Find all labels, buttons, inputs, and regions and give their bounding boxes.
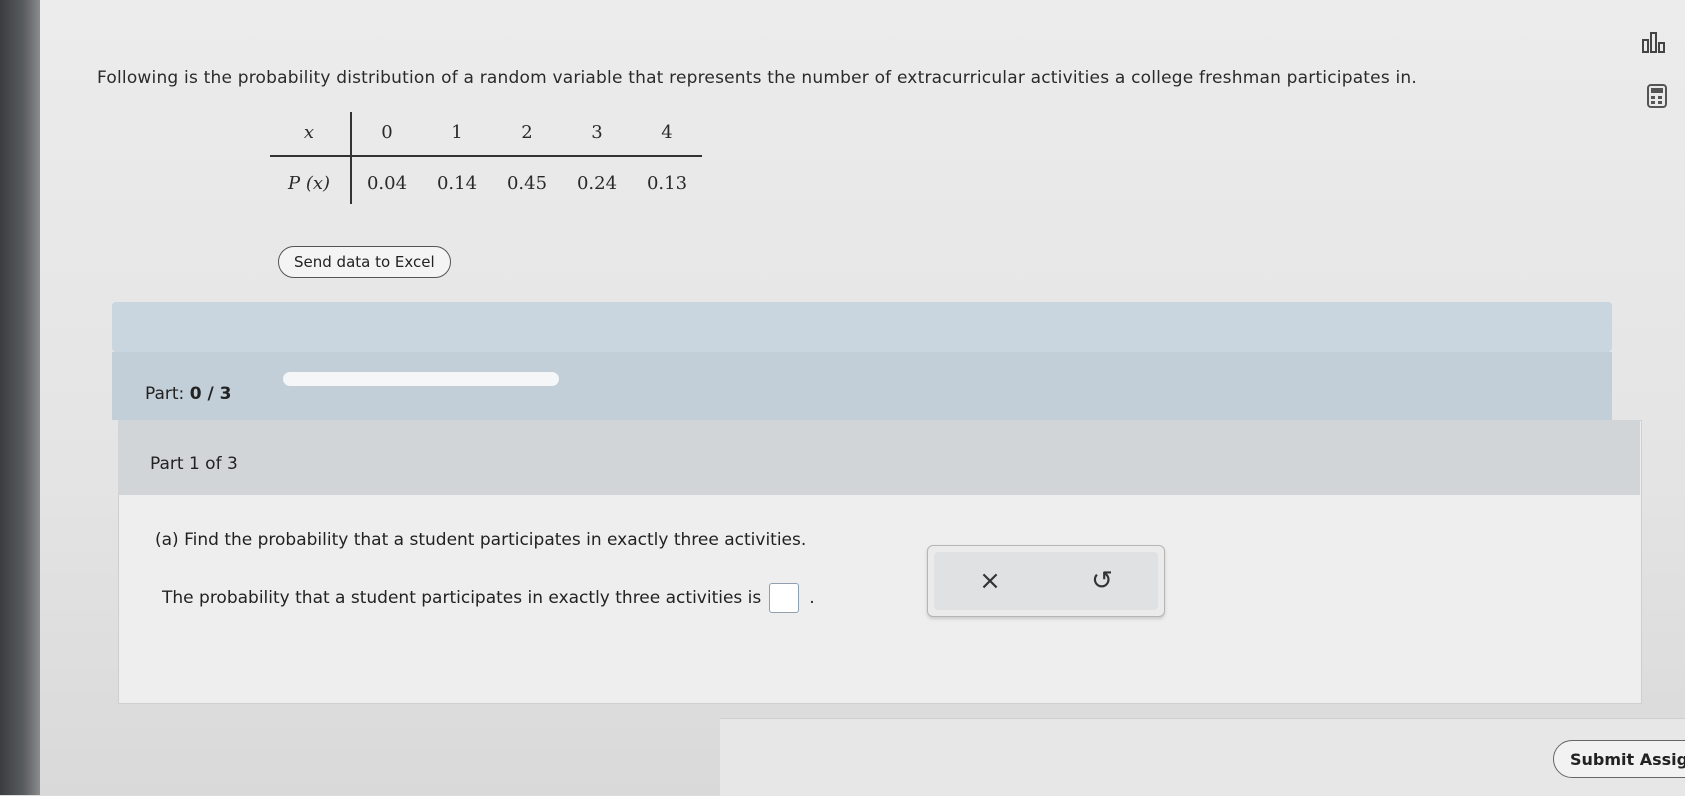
answer-actions-inner: × ↺ <box>934 552 1158 610</box>
close-icon: × <box>979 566 1001 596</box>
x-value: 3 <box>562 112 632 157</box>
question-intro: Following is the probability distributio… <box>97 68 1417 88</box>
p-value: 0.13 <box>646 173 688 194</box>
part-title-bar <box>118 420 1640 495</box>
x-value: 2 <box>492 112 562 157</box>
part-title: Part 1 of 3 <box>150 454 238 474</box>
undo-button[interactable]: ↺ <box>1082 561 1122 601</box>
submit-assignment-button[interactable]: Submit Assig <box>1553 740 1685 778</box>
part-counter-value: 0 / 3 <box>189 384 232 404</box>
send-to-excel-button[interactable]: Send data to Excel <box>278 246 451 278</box>
x-value: 0 <box>351 112 422 157</box>
clear-button[interactable]: × <box>970 561 1010 601</box>
x-value: 1 <box>422 112 492 157</box>
footer-strip <box>720 718 1685 796</box>
progress-header <box>112 352 1612 420</box>
x-value: 4 <box>632 112 702 157</box>
distribution-table: x 0 1 2 3 4 P (x) 0.04 0.14 0.45 0.24 0.… <box>270 112 702 204</box>
p-value: 0.14 <box>436 173 478 194</box>
p-value: 0.45 <box>506 173 548 194</box>
answer-prefix: The probability that a student participa… <box>162 588 762 608</box>
undo-icon: ↺ <box>1091 566 1113 596</box>
p-value: 0.24 <box>576 173 618 194</box>
table-row: x 0 1 2 3 4 <box>270 112 702 157</box>
progress-bar <box>283 372 559 386</box>
part-counter-label: Part: <box>145 384 185 404</box>
answer-input[interactable] <box>769 583 800 613</box>
answer-actions: × ↺ <box>927 545 1165 617</box>
calculator-icon[interactable] <box>1643 82 1671 110</box>
x-label: x <box>270 112 352 157</box>
p-value: 0.04 <box>366 173 408 194</box>
answer-line: The probability that a student participa… <box>162 583 815 613</box>
calculator-icon-svg <box>1647 84 1667 108</box>
table-row: P (x) 0.04 0.14 0.45 0.24 0.13 <box>270 156 702 204</box>
bar-chart-icon[interactable] <box>1640 28 1668 56</box>
part-counter: Part: 0 / 3 <box>145 384 231 404</box>
question-a: (a) Find the probability that a student … <box>155 530 807 550</box>
header-band <box>112 302 1612 352</box>
answer-suffix: . <box>809 588 815 608</box>
p-label: P (x) <box>270 156 352 204</box>
bar-chart-icon-svg <box>1642 32 1665 53</box>
screen-bezel <box>0 0 40 795</box>
